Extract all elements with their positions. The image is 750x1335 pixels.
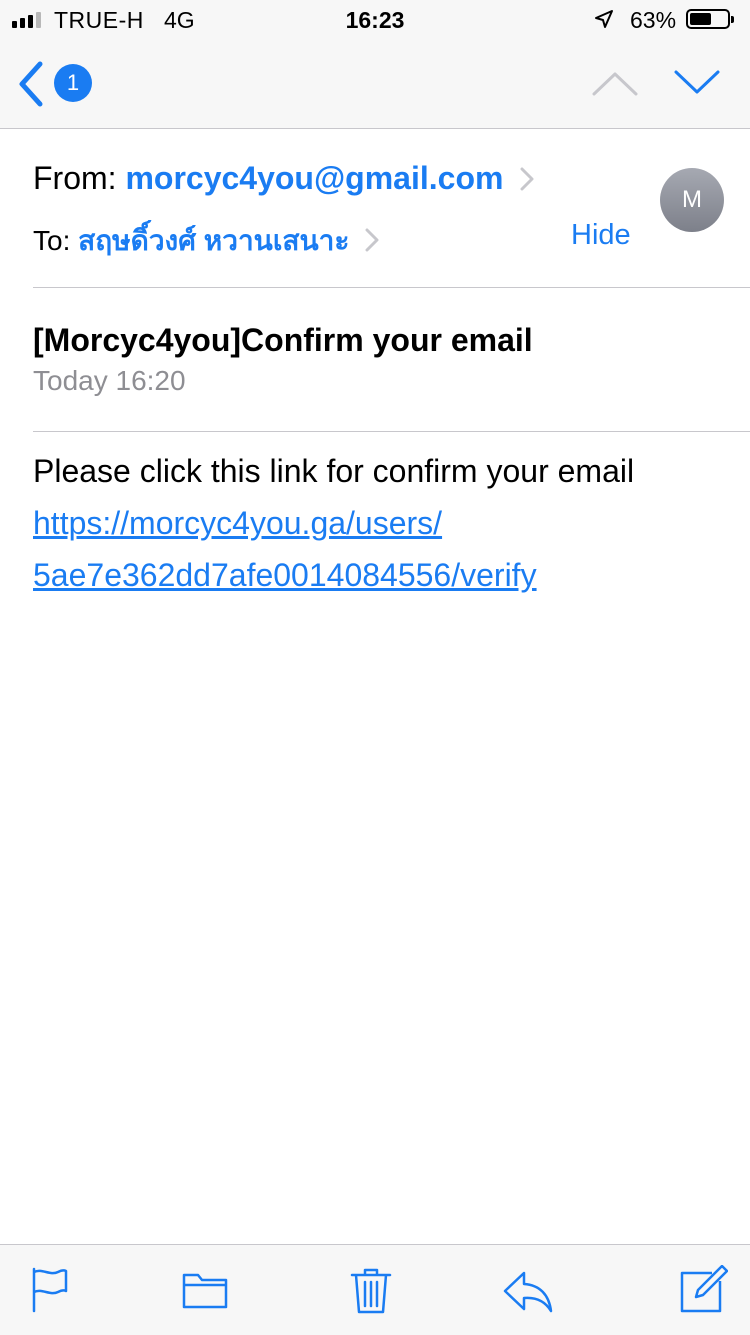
verify-link-line-1[interactable]: https://morcyc4you.ga/users/ bbox=[33, 505, 442, 542]
email-body-text: Please click this link for confirm your … bbox=[33, 453, 635, 489]
email-subject: [Morcyc4you]Confirm your email bbox=[33, 322, 533, 358]
separator bbox=[33, 431, 750, 432]
hide-details-link[interactable]: Hide bbox=[571, 219, 631, 252]
nav-bar: 1 bbox=[0, 40, 750, 129]
sender-address[interactable]: morcyc4you@gmail.com bbox=[125, 160, 503, 196]
chevron-right-icon[interactable] bbox=[520, 162, 534, 199]
folder-icon[interactable] bbox=[180, 1265, 230, 1315]
chevron-up-icon[interactable] bbox=[590, 64, 640, 104]
compose-icon[interactable] bbox=[678, 1264, 729, 1315]
chevron-down-icon[interactable] bbox=[672, 62, 722, 102]
recipient-name[interactable]: สฤษดิ์วงศ์ หวานเสนาะ bbox=[78, 225, 349, 256]
flag-icon[interactable] bbox=[28, 1265, 78, 1315]
status-bar: TRUE-H 4G 16:23 63% bbox=[0, 0, 750, 40]
from-row: From: morcyc4you@gmail.com bbox=[33, 160, 534, 199]
battery-percent: 63% bbox=[630, 7, 677, 33]
reply-icon[interactable] bbox=[502, 1265, 553, 1315]
to-label: To: bbox=[33, 225, 71, 256]
separator bbox=[33, 287, 750, 288]
back-chevron-icon[interactable] bbox=[14, 60, 54, 108]
trash-icon[interactable] bbox=[346, 1265, 396, 1315]
battery-icon bbox=[686, 9, 734, 29]
to-row: To: สฤษดิ์วงศ์ หวานเสนาะ bbox=[33, 219, 379, 263]
unread-count-badge[interactable]: 1 bbox=[54, 64, 92, 102]
email-date: Today 16:20 bbox=[33, 365, 186, 396]
from-label: From: bbox=[33, 160, 117, 196]
location-arrow-icon bbox=[594, 8, 614, 35]
sender-avatar[interactable]: M bbox=[660, 168, 724, 232]
verify-link-line-2[interactable]: 5ae7e362dd7afe0014084556/verify bbox=[33, 557, 537, 594]
bottom-toolbar bbox=[0, 1244, 750, 1335]
chevron-right-icon[interactable] bbox=[365, 227, 379, 259]
